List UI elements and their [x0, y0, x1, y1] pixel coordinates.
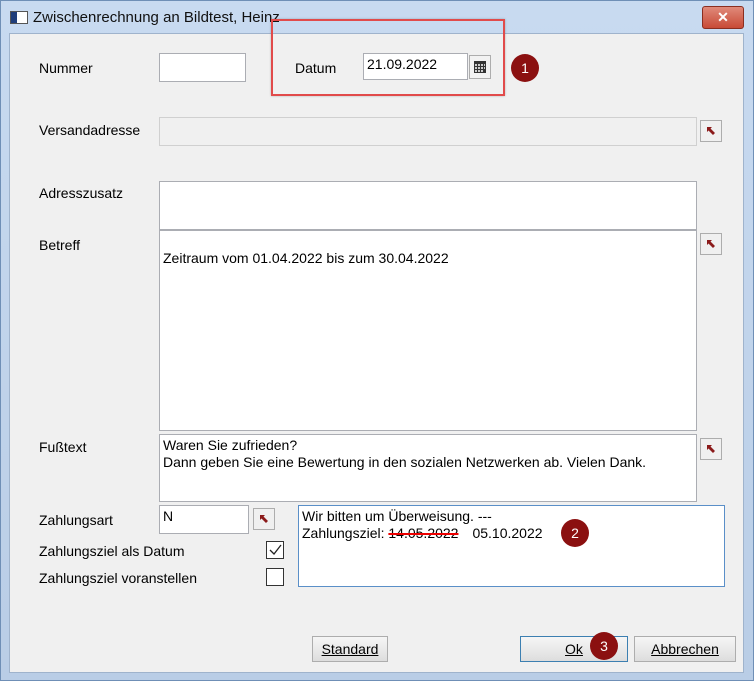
window-icon — [10, 11, 28, 24]
arrow-up-left-icon — [707, 127, 715, 135]
badge-2: 2 — [561, 519, 589, 547]
zahlungstext-line-1: Wir bitten um Überweisung. --- — [302, 508, 492, 524]
window-title: Zwischenrechnung an Bildtest, Heinz — [33, 9, 280, 26]
betreff-input[interactable]: Zeitraum vom 01.04.2022 bis zum 30.04.20… — [159, 230, 697, 431]
abbrechen-button[interactable]: Abbrechen — [634, 636, 736, 662]
arrow-up-left-icon — [707, 445, 715, 453]
calendar-button[interactable] — [469, 55, 491, 79]
zahlungsart-select-button[interactable] — [253, 508, 275, 530]
calendar-icon — [474, 61, 486, 73]
zahlungsziel-datum-label: Zahlungsziel als Datum — [39, 543, 185, 559]
badge-3: 3 — [590, 632, 618, 660]
arrow-up-left-icon — [260, 515, 268, 523]
zahlungsziel-voranstellen-checkbox[interactable] — [266, 568, 284, 586]
standard-button[interactable]: Standard — [312, 636, 388, 662]
zahlungsziel-old-date: 14.05.2022 — [388, 525, 459, 541]
close-button[interactable]: ✕ — [702, 6, 744, 29]
datum-label: Datum — [295, 60, 337, 76]
fusstext-label: Fußtext — [39, 439, 87, 455]
adresszusatz-label: Adresszusatz — [39, 185, 124, 201]
zahlungsziel-voranstellen-label: Zahlungsziel voranstellen — [39, 570, 197, 586]
checkmark-icon — [269, 544, 282, 555]
zahlungstext-line-2: Zahlungsziel: 14.05.2022 05.10.2022 — [302, 525, 721, 542]
zahlungsziel-new-date: 05.10.2022 — [472, 525, 543, 541]
datum-input[interactable]: 21.09.2022 — [363, 53, 468, 80]
betreff-label: Betreff — [39, 237, 80, 253]
arrow-up-left-icon — [707, 240, 715, 248]
betreff-select-button[interactable] — [700, 233, 722, 255]
fusstext-select-button[interactable] — [700, 438, 722, 460]
versandadresse-input — [159, 117, 697, 146]
nummer-input[interactable] — [159, 53, 246, 82]
dialog-content: Nummer Datum 21.09.2022 1 Versandadresse… — [9, 19, 744, 673]
versandadresse-select-button[interactable] — [700, 120, 722, 142]
dialog-window: Zwischenrechnung an Bildtest, Heinz ✕ Nu… — [0, 0, 754, 681]
zahlungstext-input[interactable]: Wir bitten um Überweisung. --- Zahlungsz… — [298, 505, 725, 587]
adresszusatz-input[interactable] — [159, 181, 697, 230]
badge-1: 1 — [511, 54, 539, 82]
zahlungsart-label: Zahlungsart — [39, 512, 113, 528]
versandadresse-label: Versandadresse — [39, 122, 141, 138]
fusstext-input[interactable]: Waren Sie zufrieden? Dann geben Sie eine… — [159, 434, 697, 502]
zahlungsziel-datum-checkbox[interactable] — [266, 541, 284, 559]
nummer-label: Nummer — [39, 60, 93, 76]
zahlungsziel-prefix: Zahlungsziel: — [302, 525, 389, 541]
zahlungsart-input[interactable]: N — [159, 505, 249, 534]
